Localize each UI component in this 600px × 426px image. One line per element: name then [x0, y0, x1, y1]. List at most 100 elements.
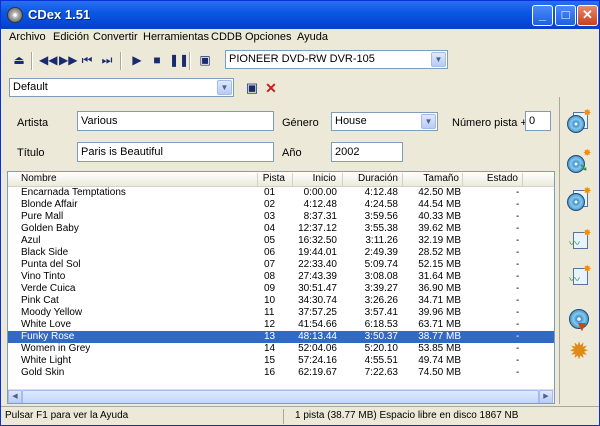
track-name: Funky Rose [21, 331, 75, 342]
table-row[interactable]: Punta del Sol 07 22:33.40 5:09.74 52.15 MB - [8, 259, 554, 271]
close-button[interactable]: ✕ [577, 5, 598, 26]
menu-herramientas[interactable]: Herramientas [143, 31, 209, 43]
prev-track-icon[interactable]: ◀◀ [39, 52, 57, 68]
track-size: 74.50 MB [418, 367, 461, 378]
play-icon[interactable]: ▶ [129, 52, 145, 68]
track-list[interactable]: Nombre Pista Inicio Duración Tamaño Esta… [7, 171, 555, 404]
extract-partial-icon[interactable]: ✸ [565, 187, 595, 215]
extract-wav-icon[interactable]: ✸ [565, 109, 595, 137]
convert-wav-mp3-icon[interactable]: 〰 ✸ [565, 229, 595, 257]
col-pista[interactable]: Pista [258, 173, 293, 186]
extract-mp3-icon[interactable]: ✸ ➘ [565, 149, 595, 177]
track-start: 27:43.39 [298, 271, 337, 282]
track-number: 08 [264, 271, 276, 282]
track-number: 04 [264, 223, 276, 234]
convert-mp3-wav-icon[interactable]: 〰 ✸ [565, 265, 595, 293]
track-status: - [516, 259, 520, 270]
menu-convertir[interactable]: Convertir [93, 31, 138, 43]
track-status: - [516, 355, 520, 366]
eject-icon[interactable]: ⏏ [11, 52, 27, 68]
titulo-field[interactable]: Paris is Beautiful [77, 142, 274, 162]
track-start: 37:57.25 [298, 307, 337, 318]
save-icon[interactable]: ▣ [244, 80, 260, 96]
table-row[interactable]: Blonde Affair 02 4:12.48 4:24.58 44.54 MB - [8, 199, 554, 211]
artista-field[interactable]: Various [77, 111, 274, 131]
menu-opciones[interactable]: Opciones [245, 31, 291, 43]
horizontal-scrollbar[interactable]: ◀ ▶ [8, 389, 554, 403]
anio-label: Año [282, 147, 302, 159]
track-duration: 3:26.26 [364, 295, 398, 306]
chevron-down-icon[interactable]: ▼ [431, 52, 446, 67]
track-start: 62:19.67 [298, 367, 337, 378]
table-row[interactable]: White Love 12 41:54.66 6:18.53 63.71 MB - [8, 319, 554, 331]
cddb-icon[interactable]: ▣ [197, 52, 213, 68]
track-start: 4:12.48 [303, 199, 337, 210]
col-inicio[interactable]: Inicio [293, 173, 343, 186]
track-duration: 4:55.51 [364, 355, 398, 366]
table-row[interactable]: Black Side 06 19:44.01 2:49.39 28.52 MB - [8, 247, 554, 259]
track-size: 63.71 MB [418, 319, 461, 330]
table-row[interactable]: White Light 15 57:24.16 4:55.51 49.74 MB - [8, 355, 554, 367]
table-row[interactable]: Golden Baby 04 12:37.12 3:55.38 39.62 MB - [8, 223, 554, 235]
table-row[interactable]: Moody Yellow 11 37:57.25 3:57.41 39.96 MB - [8, 307, 554, 319]
status-help-text: Pulsar F1 para ver la Ayuda [5, 410, 129, 421]
track-name: White Light [21, 355, 72, 366]
scroll-left-icon[interactable]: ◀ [8, 390, 22, 403]
track-start: 0:00.00 [303, 187, 337, 198]
artista-label: Artista [17, 117, 49, 129]
stop-icon[interactable]: ■ [149, 52, 165, 68]
titulo-label: Título [17, 147, 45, 159]
pause-icon[interactable]: ❚❚ [169, 52, 189, 68]
minimize-button[interactable]: _ [532, 5, 553, 26]
rewind-icon[interactable]: ▶▶ [59, 52, 77, 68]
table-row[interactable]: Verde Cuica 09 30:51.47 3:39.27 36.90 MB - [8, 283, 554, 295]
chevron-down-icon[interactable]: ▼ [421, 114, 436, 129]
numero-pista-value: 0 [529, 115, 536, 127]
drive-select[interactable]: PIONEER DVD-RW DVR-105 ▼ [225, 50, 448, 69]
col-duracion[interactable]: Duración [343, 173, 403, 186]
menu-ayuda[interactable]: Ayuda [297, 31, 328, 43]
col-estado[interactable]: Estado [463, 173, 523, 186]
scroll-right-icon[interactable]: ▶ [539, 390, 553, 403]
title-bar[interactable]: CDex 1.51 _ □ ✕ [1, 1, 599, 29]
chevron-down-icon[interactable]: ▼ [217, 80, 232, 95]
table-row[interactable]: Azul 05 16:32.50 3:11.26 32.19 MB - [8, 235, 554, 247]
status-disk-info: 1 pista (38.77 MB) Espacio libre en disc… [295, 410, 519, 421]
menu-archivo[interactable]: Archivo [9, 31, 46, 43]
track-status: - [516, 247, 520, 258]
menu-cddb[interactable]: CDDB [211, 31, 242, 43]
settings-icon[interactable]: ✹ [565, 340, 595, 368]
maximize-button[interactable]: □ [555, 5, 576, 26]
table-row[interactable]: Gold Skin 16 62:19.67 7:22.63 74.50 MB - [8, 367, 554, 379]
track-list-header: Nombre Pista Inicio Duración Tamaño Esta… [8, 172, 554, 187]
profile-select[interactable]: Default ▼ [9, 78, 234, 97]
table-row[interactable]: Encarnada Temptations 01 0:00.00 4:12.48 42.… [8, 187, 554, 199]
table-row[interactable]: Women in Grey 14 52:04.06 5:20.10 53.85 MB - [8, 343, 554, 355]
track-start: 57:24.16 [298, 355, 337, 366]
track-duration: 6:18.53 [364, 319, 398, 330]
skip-back-icon[interactable]: ⏮ [79, 52, 95, 68]
track-number: 12 [264, 319, 276, 330]
track-status: - [516, 199, 520, 210]
menu-bar: Archivo Edición Convertir Herramientas C… [1, 29, 599, 47]
table-row[interactable]: Pure Mall 03 8:37.31 3:59.56 40.33 MB - [8, 211, 554, 223]
table-row[interactable]: Vino Tinto 08 27:43.39 3:08.08 31.64 MB - [8, 271, 554, 283]
track-size: 39.62 MB [418, 223, 461, 234]
col-nombre[interactable]: Nombre [8, 173, 258, 186]
scroll-thumb[interactable] [22, 390, 539, 403]
record-icon[interactable]: ▼ [565, 306, 595, 334]
numero-pista-field[interactable]: 0 [525, 111, 551, 131]
track-number: 03 [264, 211, 276, 222]
genero-select[interactable]: House ▼ [331, 112, 438, 131]
menu-edicion[interactable]: Edición [53, 31, 89, 43]
track-duration: 3:11.26 [365, 235, 398, 246]
table-row[interactable]: Pink Cat 10 34:30.74 3:26.26 34.71 MB - [8, 295, 554, 307]
table-row[interactable]: Funky Rose 13 48:13.44 3:50.37 38.77 MB - [8, 331, 554, 343]
anio-field[interactable]: 2002 [331, 142, 403, 162]
track-number: 01 [264, 187, 276, 198]
skip-forward-icon[interactable]: ⏭ [99, 52, 115, 68]
track-status: - [516, 307, 520, 318]
delete-icon[interactable]: ✕ [263, 80, 279, 96]
col-tamano[interactable]: Tamaño [403, 173, 463, 186]
track-status: - [516, 343, 520, 354]
